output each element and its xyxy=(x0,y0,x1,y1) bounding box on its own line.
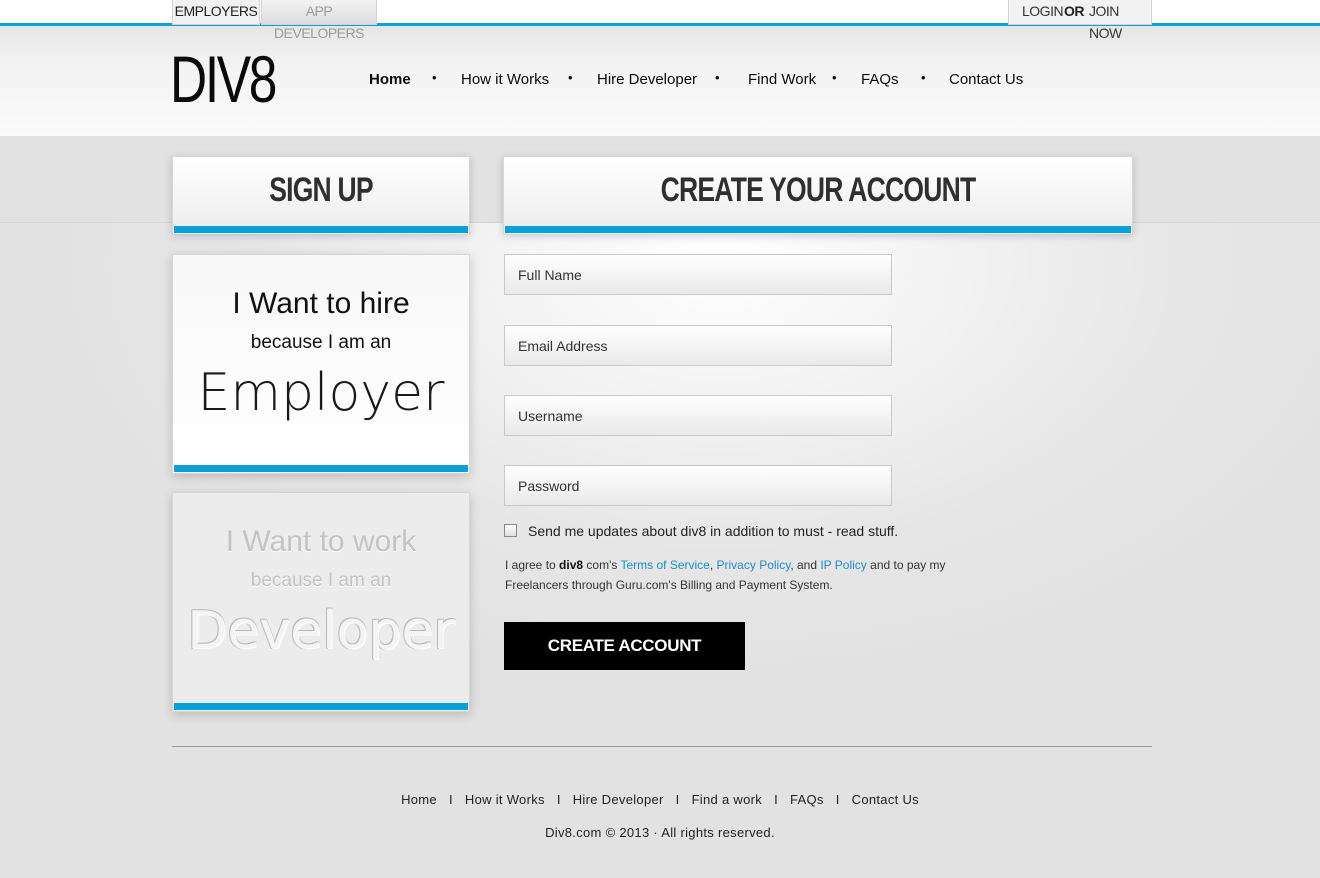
footer-separator: I xyxy=(448,792,453,807)
username-field[interactable] xyxy=(504,395,892,436)
footer-divider xyxy=(172,746,1152,747)
nav-item-contact-us[interactable]: Contact Us xyxy=(949,71,1023,88)
account-box: LOGIN OR JOIN NOW xyxy=(1008,0,1152,41)
nav-separator: • xyxy=(921,70,926,85)
footer-link-faqs[interactable]: FAQs xyxy=(790,792,824,807)
footer-nav: Home I How it Works I Hire Developer I Find a … xyxy=(0,792,1320,807)
legal-brand: div8 xyxy=(559,558,584,572)
footer-link-hire-developer[interactable]: Hire Developer xyxy=(573,792,664,807)
tab-employers[interactable]: EMPLOYERS xyxy=(172,0,260,25)
nav-separator: • xyxy=(832,70,837,85)
tab-app-developers[interactable]: APP DEVELOPERS xyxy=(261,0,377,41)
developer-card[interactable]: I Want to work because I am an Developer xyxy=(172,492,470,712)
signup-header: SIGN UP xyxy=(172,156,470,234)
or-label: OR xyxy=(1064,3,1085,19)
footer-link-find-a-work[interactable]: Find a work xyxy=(692,792,763,807)
legal-comma: , xyxy=(709,558,717,572)
email-field[interactable] xyxy=(504,325,892,366)
full-name-field[interactable] xyxy=(504,254,892,295)
legal-text: I agree to div8 com's Terms of Service , … xyxy=(505,555,965,595)
developer-card-bar xyxy=(174,703,468,710)
create-header-bar xyxy=(505,226,1131,233)
employer-card-bar xyxy=(174,465,468,472)
footer-link-home[interactable]: Home xyxy=(401,792,437,807)
employer-role: Employer xyxy=(197,363,445,423)
nav-separator: • xyxy=(432,70,437,85)
signup-header-bar xyxy=(174,226,468,233)
employer-line1: I Want to hire xyxy=(232,287,410,320)
create-account-title: CREATE YOUR ACCOUNT xyxy=(660,171,977,209)
footer-link-how-it-works[interactable]: How it Works xyxy=(465,792,545,807)
signup-title: SIGN UP xyxy=(269,171,373,209)
create-account-button[interactable]: CREATE ACCOUNT xyxy=(504,622,745,670)
footer-separator: I xyxy=(556,792,561,807)
footer-separator: I xyxy=(835,792,840,807)
employer-line2: because I am an xyxy=(250,332,392,353)
password-field[interactable] xyxy=(504,465,892,506)
login-link[interactable]: LOGIN xyxy=(1022,0,1064,22)
footer-link-contact-us[interactable]: Contact Us xyxy=(852,792,919,807)
privacy-policy-link[interactable]: Privacy Policy xyxy=(717,558,791,572)
nav-item-home[interactable]: Home xyxy=(369,71,411,88)
nav-item-how-it-works[interactable]: How it Works xyxy=(461,71,549,88)
updates-checkbox[interactable] xyxy=(504,524,517,537)
employer-card[interactable]: I Want to hire because I am an Employer xyxy=(172,254,470,474)
copyright: Div8.com © 2013 · All rights reserved. xyxy=(545,825,775,840)
developer-line1: I Want to work xyxy=(225,525,417,558)
nav-item-faqs[interactable]: FAQs xyxy=(861,71,899,88)
nav-item-find-work[interactable]: Find Work xyxy=(748,71,816,88)
developer-role: Developer xyxy=(187,601,455,661)
logo[interactable]: DIV8 xyxy=(170,46,277,112)
developer-line2: because I am an xyxy=(250,570,392,591)
create-account-header: CREATE YOUR ACCOUNT xyxy=(503,156,1133,234)
legal-mid: com's xyxy=(583,558,621,572)
updates-checkbox-label[interactable]: Send me updates about div8 in addition t… xyxy=(528,523,898,539)
nav-separator: • xyxy=(715,70,720,85)
ip-policy-link[interactable]: IP Policy xyxy=(820,558,866,572)
nav-separator: • xyxy=(568,70,573,85)
footer-separator: I xyxy=(675,792,680,807)
footer-separator: I xyxy=(774,792,778,807)
legal-and: , and xyxy=(790,558,821,572)
join-now-link[interactable]: JOIN NOW xyxy=(1089,0,1151,44)
legal-prefix: I agree to xyxy=(505,558,560,572)
nav-item-hire-developer[interactable]: Hire Developer xyxy=(597,71,697,88)
terms-of-service-link[interactable]: Terms of Service xyxy=(620,558,709,572)
